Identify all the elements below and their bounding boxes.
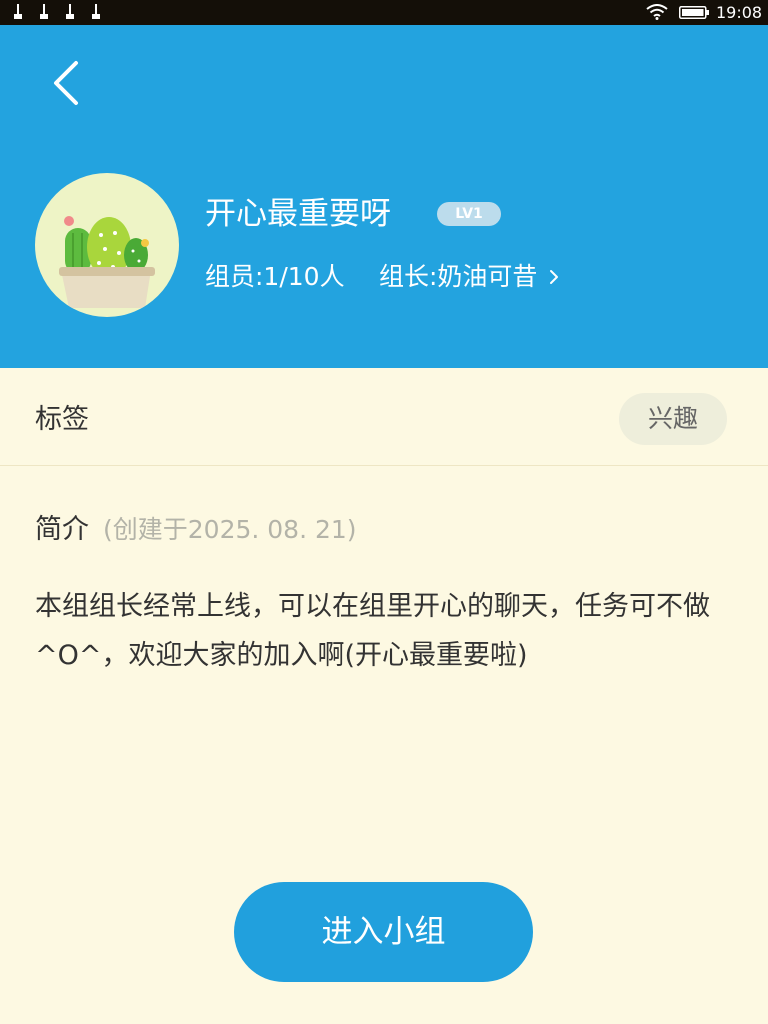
group-avatar xyxy=(35,173,179,317)
usb-icon xyxy=(92,4,100,19)
join-group-button[interactable]: 进入小组 xyxy=(234,882,533,982)
usb-icon xyxy=(40,4,48,19)
created-date: (创建于2025. 08. 21) xyxy=(103,515,357,544)
status-time: 19:08 xyxy=(716,3,763,22)
status-bar: 19:08 xyxy=(0,0,768,25)
group-name: 开心最重要呀 xyxy=(205,196,391,232)
group-header: 开心最重要呀 LV1 组员:1/10人 组长:奶油可昔 xyxy=(0,25,768,368)
intro-heading: 简介 (创建于2025. 08. 21) xyxy=(35,511,357,549)
group-leader-label: 组长:奶油可昔 xyxy=(379,262,538,291)
usb-icon xyxy=(14,4,22,19)
chevron-right-icon xyxy=(550,270,559,284)
intro-text: 本组组长经常上线，可以在组里开心的聊天，任务可不做^O^，欢迎大家的加入啊(开心… xyxy=(35,591,710,671)
cactus-icon xyxy=(37,175,177,315)
back-button[interactable] xyxy=(36,50,96,116)
level-badge: LV1 xyxy=(437,202,501,226)
tag-chip-interest[interactable]: 兴趣 xyxy=(619,393,727,445)
group-leader-link[interactable]: 组长:奶油可昔 xyxy=(379,260,559,294)
tags-row: 标签 兴趣 xyxy=(0,368,768,466)
wifi-icon xyxy=(646,4,668,20)
member-count: 组员:1/10人 xyxy=(205,262,345,291)
chevron-left-icon xyxy=(54,61,78,105)
intro-label: 简介 xyxy=(35,514,89,545)
battery-icon xyxy=(679,6,709,19)
tags-label: 标签 xyxy=(35,404,89,435)
usb-icon xyxy=(66,4,74,19)
